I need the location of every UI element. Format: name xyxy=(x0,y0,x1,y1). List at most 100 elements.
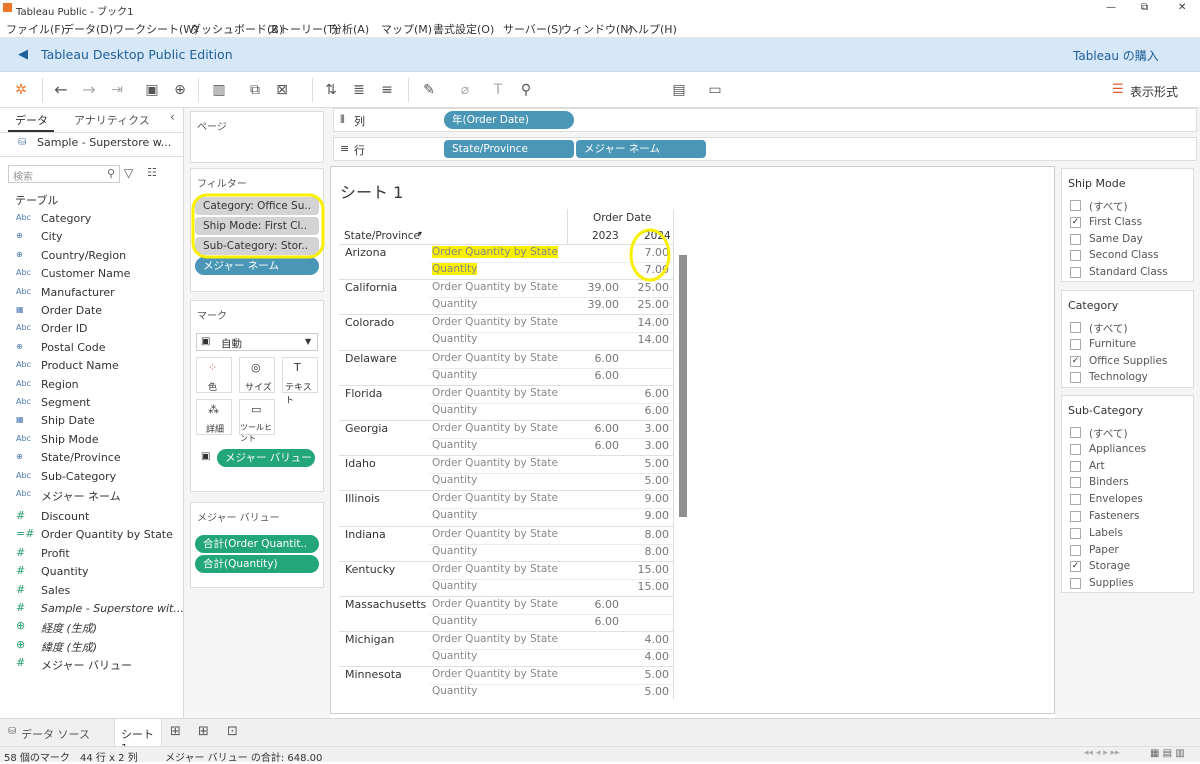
menu-story[interactable]: ストーリー(T) xyxy=(268,21,338,37)
detail-button[interactable]: ⁂ 詳細 xyxy=(196,399,232,435)
measure-field-0[interactable]: # Discount xyxy=(0,508,184,526)
sheet-nav-icons[interactable]: ◂◂ ◂ ▸ ▸▸ xyxy=(1084,748,1120,758)
menu-window[interactable]: ウィンドウ(N) xyxy=(561,21,633,37)
menu-worksheet[interactable]: ワークシート(W) xyxy=(113,21,198,37)
menu-map[interactable]: マップ(M) xyxy=(381,21,432,37)
minimize-button[interactable]: — xyxy=(1106,2,1116,13)
menu-server[interactable]: サーバー(S) xyxy=(503,21,562,37)
clear-sheet-icon[interactable]: ⊠ xyxy=(273,81,291,99)
presentation-icon[interactable]: ▭ xyxy=(706,81,724,99)
checkbox[interactable] xyxy=(1070,267,1081,279)
pages-card[interactable]: ページ xyxy=(190,111,324,163)
field-0[interactable]: Abc Category xyxy=(0,210,184,228)
vertical-scrollbar[interactable] xyxy=(679,255,687,517)
checkbox[interactable] xyxy=(1070,443,1081,455)
highlight-icon[interactable]: ✎ xyxy=(420,81,438,99)
checkbox[interactable] xyxy=(1070,544,1081,556)
back-icon[interactable]: ← xyxy=(52,81,70,99)
columns-pill-year[interactable]: 年(Order Date) xyxy=(444,111,574,129)
field-8[interactable]: Abc Product Name xyxy=(0,357,184,375)
size-button[interactable]: ◎ サイズ xyxy=(239,357,275,393)
checkbox[interactable] xyxy=(1070,578,1081,590)
checkbox[interactable]: ✓ xyxy=(1070,216,1081,228)
field-9[interactable]: Abc Region xyxy=(0,376,184,394)
sort-desc-icon[interactable]: ≡ xyxy=(378,81,396,99)
measure-field-1[interactable]: =# Order Quantity by State xyxy=(0,526,184,544)
search-input[interactable]: 検索 ⚲ xyxy=(8,165,120,183)
show-cards-icon[interactable]: ▤ xyxy=(670,81,688,99)
checkbox[interactable] xyxy=(1070,372,1081,384)
color-button[interactable]: ⁘ 色 xyxy=(196,357,232,393)
buy-link[interactable]: Tableau の購入 xyxy=(1073,47,1159,64)
field-4[interactable]: Abc Manufacturer xyxy=(0,284,184,302)
tab-analytics[interactable]: アナリティクス xyxy=(74,112,150,128)
sort-icon[interactable]: ▾ xyxy=(418,229,422,238)
checkbox[interactable] xyxy=(1070,233,1081,245)
columns-shelf[interactable]: ⦀ 列 年(Order Date) xyxy=(333,108,1197,132)
menu-format[interactable]: 書式設定(O) xyxy=(433,21,494,37)
checkbox[interactable] xyxy=(1070,322,1081,333)
checkbox[interactable] xyxy=(1070,200,1081,211)
measure-field-2[interactable]: # Profit xyxy=(0,545,184,563)
field-7[interactable]: ⊕ Postal Code xyxy=(0,339,184,357)
tab-datasource[interactable]: データ ソース xyxy=(21,726,90,742)
menu-file[interactable]: ファイル(F) xyxy=(6,21,65,37)
field-15[interactable]: Abc メジャー ネーム xyxy=(0,486,184,504)
datasource-name[interactable]: Sample - Superstore w... xyxy=(37,136,171,149)
field-3[interactable]: Abc Customer Name xyxy=(0,265,184,283)
field-13[interactable]: ⊕ State/Province xyxy=(0,449,184,467)
state-header[interactable]: State/Province xyxy=(344,230,420,242)
menu-analysis[interactable]: 分析(A) xyxy=(331,21,369,37)
measure-field-7[interactable]: ⊕ 緯度 (生成) xyxy=(0,637,184,655)
measure-field-4[interactable]: # Sales xyxy=(0,582,184,600)
new-sheet-icon[interactable]: ▥ xyxy=(210,81,228,99)
pin-icon[interactable]: ⚲ xyxy=(517,81,535,99)
field-1[interactable]: ⊕ City xyxy=(0,228,184,246)
collapse-icon[interactable]: ‹ xyxy=(170,110,175,124)
field-10[interactable]: Abc Segment xyxy=(0,394,184,412)
filter-icon[interactable]: ▽ xyxy=(124,166,133,180)
group-icon[interactable]: ⌀ xyxy=(456,81,474,99)
redo-icon[interactable]: ⇥ xyxy=(108,81,126,99)
checkbox[interactable]: ✓ xyxy=(1070,561,1081,573)
field-11[interactable]: ▦ Ship Date xyxy=(0,412,184,430)
checkbox[interactable] xyxy=(1070,338,1081,350)
field-12[interactable]: Abc Ship Mode xyxy=(0,431,184,449)
new-worksheet-icon[interactable]: ⊞ xyxy=(170,724,181,739)
field-6[interactable]: Abc Order ID xyxy=(0,320,184,338)
checkbox[interactable] xyxy=(1070,427,1081,438)
measure-field-5[interactable]: # Sample - Superstore wit... xyxy=(0,600,184,618)
menu-data[interactable]: データ(D) xyxy=(63,21,113,37)
text-button[interactable]: T テキスト xyxy=(282,357,318,406)
checkbox[interactable] xyxy=(1070,494,1081,506)
tooltip-button[interactable]: ▭ ツールヒント xyxy=(239,399,275,443)
rows-pill-state[interactable]: State/Province xyxy=(444,140,574,158)
measure-field-3[interactable]: # Quantity xyxy=(0,563,184,581)
measure-field-8[interactable]: # メジャー バリュー xyxy=(0,655,184,673)
duplicate-sheet-icon[interactable]: ⧉ xyxy=(246,81,264,99)
mark-pill-measure-values[interactable]: メジャー バリュー xyxy=(217,449,315,467)
mv-pill-order-quantity[interactable]: 合計(Order Quantit.. xyxy=(195,535,319,553)
field-5[interactable]: ▦ Order Date xyxy=(0,302,184,320)
maximize-button[interactable]: ⧉ xyxy=(1141,2,1148,13)
mv-pill-quantity[interactable]: 合計(Quantity) xyxy=(195,555,319,573)
field-14[interactable]: Abc Sub-Category xyxy=(0,468,184,486)
measure-field-6[interactable]: ⊕ 経度 (生成) xyxy=(0,618,184,636)
show-me-button[interactable]: 表示形式 xyxy=(1130,83,1178,100)
filter-pill-measure-names[interactable]: メジャー ネーム xyxy=(195,257,319,275)
swap-icon[interactable]: ⇅ xyxy=(322,81,340,99)
rows-pill-measure-names[interactable]: メジャー ネーム xyxy=(576,140,706,158)
checkbox[interactable] xyxy=(1070,477,1081,489)
forward-icon[interactable]: → xyxy=(80,81,98,99)
checkbox[interactable] xyxy=(1070,511,1081,522)
checkbox[interactable] xyxy=(1070,527,1081,539)
label-icon[interactable]: T xyxy=(489,81,507,99)
sort-asc-icon[interactable]: ≣ xyxy=(350,81,368,99)
checkbox[interactable] xyxy=(1070,460,1081,472)
menu-help[interactable]: ヘルプ(H) xyxy=(627,21,677,37)
new-dashboard-icon[interactable]: ⊞ xyxy=(198,724,209,739)
new-datasource-icon[interactable]: ⊕ xyxy=(171,81,189,99)
save-icon[interactable]: ▣ xyxy=(143,81,161,99)
field-2[interactable]: ⊕ Country/Region xyxy=(0,247,184,265)
new-story-icon[interactable]: ⊡ xyxy=(227,724,238,739)
